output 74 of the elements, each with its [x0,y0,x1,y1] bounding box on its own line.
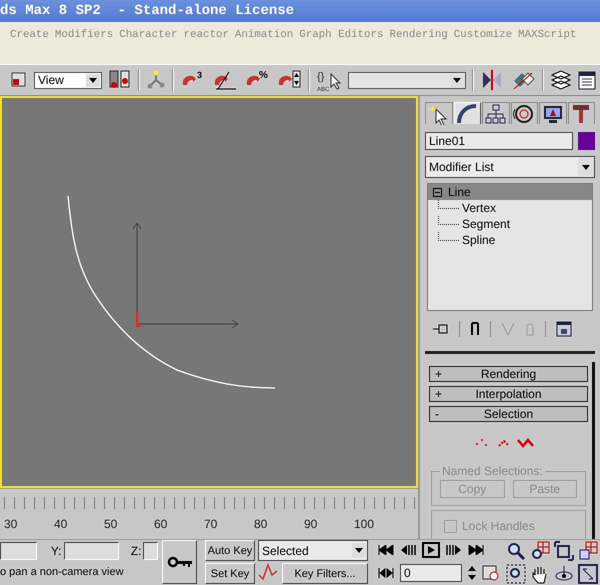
pivot-icon[interactable] [108,69,132,91]
frame-number: 70 [204,517,218,532]
stack-subitem[interactable]: Spline [428,232,592,248]
hierarchy-icon [484,102,507,124]
key-icon [166,556,192,568]
go-to-start-icon[interactable] [378,545,394,555]
panel-tab[interactable] [482,102,510,124]
mirror-icon[interactable] [480,69,504,91]
panel-tab[interactable] [539,102,566,124]
frame-number: 40 [54,517,68,532]
layers-icon[interactable] [550,69,572,91]
stack-subitem[interactable]: Segment [428,216,592,232]
frame-number: 50 [104,517,118,532]
set-key-button[interactable] [162,540,197,584]
curve-icon [456,102,478,124]
rollout-header[interactable]: + Interpolation [429,386,588,402]
previous-frame-icon[interactable] [400,545,416,555]
frame-number: 30 [4,517,18,532]
manipulate-icon[interactable] [146,70,166,90]
stack-subitem[interactable]: Vertex [428,200,592,216]
group-title: Named Selections: [441,464,544,478]
status-text: o pan a non-camera view [0,565,125,578]
named-selection-dropdown[interactable] [348,72,466,88]
pin-icon[interactable] [433,322,449,336]
play-icon[interactable] [422,542,440,558]
modifier-list-dropdown[interactable]: Modifier List [425,156,595,178]
maximize-viewport-icon[interactable] [578,564,598,584]
create-cursor-icon [428,102,450,124]
frame-number: 80 [254,517,268,532]
wheel-icon [513,102,536,124]
object-name-field[interactable]: Line01 [425,132,573,150]
curve-editor-icon[interactable] [578,69,596,91]
coordinate-dropdown[interactable]: View [34,72,102,88]
angle-snap-icon[interactable] [212,69,238,91]
spinner-icon[interactable] [468,565,476,581]
zoom-extents-all-icon[interactable] [578,540,598,560]
zoom-icon[interactable] [506,540,526,560]
frame-number: 60 [154,517,168,532]
rollout-header[interactable]: - Selection [429,406,588,422]
zoom-extents-icon[interactable] [554,540,574,560]
x-coordinate-field[interactable] [0,542,37,560]
show-end-result-icon[interactable] [470,322,480,336]
current-frame-field[interactable]: 0 [400,564,462,582]
panel-tab[interactable] [510,102,538,124]
window-title: ds Max 8 SP2 - Stand-alone License [0,3,294,19]
time-configuration-icon[interactable] [482,565,500,581]
key-filters-button[interactable]: Key Filters... [282,563,368,584]
auto-key-button[interactable]: Auto Key [205,540,255,561]
key-mode-dropdown[interactable]: Selected [258,540,368,561]
zoom-all-icon[interactable] [530,540,550,560]
caret-icon [355,548,363,553]
y-coordinate-field[interactable] [64,542,119,560]
z-coordinate-field[interactable] [143,542,158,560]
caret-icon [582,164,590,170]
configure-sets-icon[interactable] [556,321,572,337]
caret-icon [453,78,461,82]
stack-item[interactable]: Line [428,184,592,200]
key-mode-toggle-icon[interactable] [378,568,394,578]
y-label: Y: [50,544,62,558]
panel-tab[interactable] [568,102,595,124]
z-label: Z: [130,544,142,558]
next-frame-icon[interactable] [446,545,462,555]
rollout-header[interactable]: + Rendering [429,366,588,382]
go-to-end-icon[interactable] [468,545,484,555]
frame-number: 90 [304,517,318,532]
set-key-text-button[interactable]: Set Key [205,563,255,584]
key-curve-icon[interactable] [258,563,278,581]
collapse-icon[interactable] [433,188,442,196]
object-color-swatch[interactable] [578,132,595,150]
frame-number: 100 [354,517,376,532]
zoom-region-icon[interactable] [506,564,526,584]
orbit-icon[interactable] [554,564,574,584]
panel-tab[interactable] [425,102,452,124]
caret-icon [89,78,97,82]
